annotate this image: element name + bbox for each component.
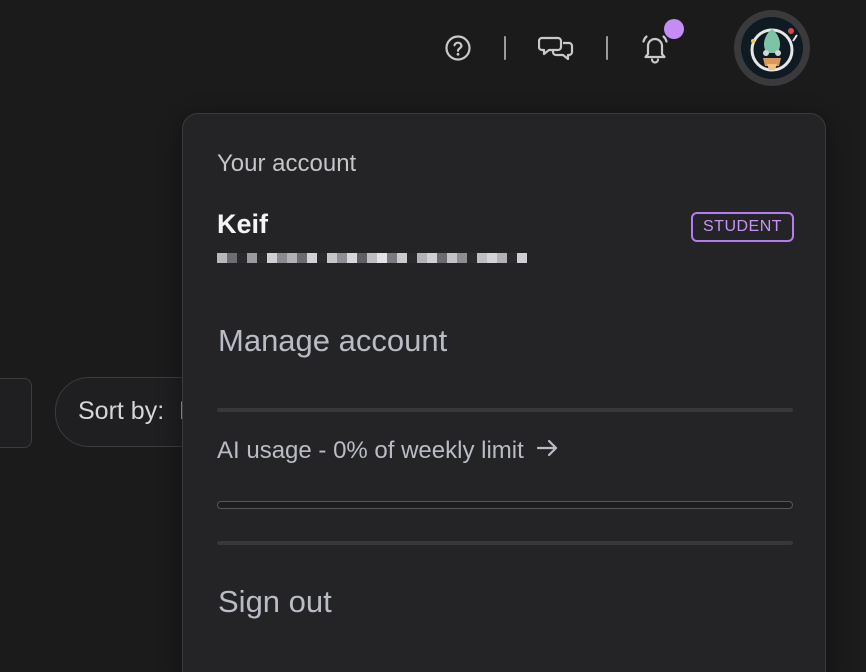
- ai-usage-label: AI usage - 0% of weekly limit: [217, 437, 524, 464]
- menu-divider: [217, 408, 793, 412]
- notification-dot: [664, 19, 684, 39]
- ai-usage-link[interactable]: AI usage - 0% of weekly limit: [217, 437, 560, 465]
- avatar-image: [741, 17, 803, 79]
- ai-usage-progress-bar: [217, 501, 793, 509]
- topbar-separator: [606, 36, 608, 60]
- chat-bubbles-icon[interactable]: [538, 33, 574, 63]
- arrow-right-icon: [536, 437, 560, 465]
- sign-out-button[interactable]: Sign out: [218, 584, 332, 620]
- obscured-email: [217, 253, 527, 263]
- manage-account-link[interactable]: Manage account: [218, 323, 447, 359]
- help-icon[interactable]: [444, 34, 472, 62]
- background-search-input[interactable]: [0, 378, 32, 448]
- menu-heading: Your account: [217, 150, 357, 177]
- sort-label: Sort by:: [78, 397, 165, 425]
- account-menu: Your account Keif STUDENT Manage account…: [182, 113, 826, 672]
- avatar[interactable]: [734, 10, 810, 86]
- bell-icon[interactable]: [640, 32, 670, 64]
- topbar-separator: [504, 36, 506, 60]
- menu-divider: [217, 541, 793, 545]
- page: Sort by: I Your account Keif STUDENT Man…: [0, 0, 866, 672]
- user-name: Keif: [217, 209, 269, 239]
- role-badge: STUDENT: [691, 212, 795, 242]
